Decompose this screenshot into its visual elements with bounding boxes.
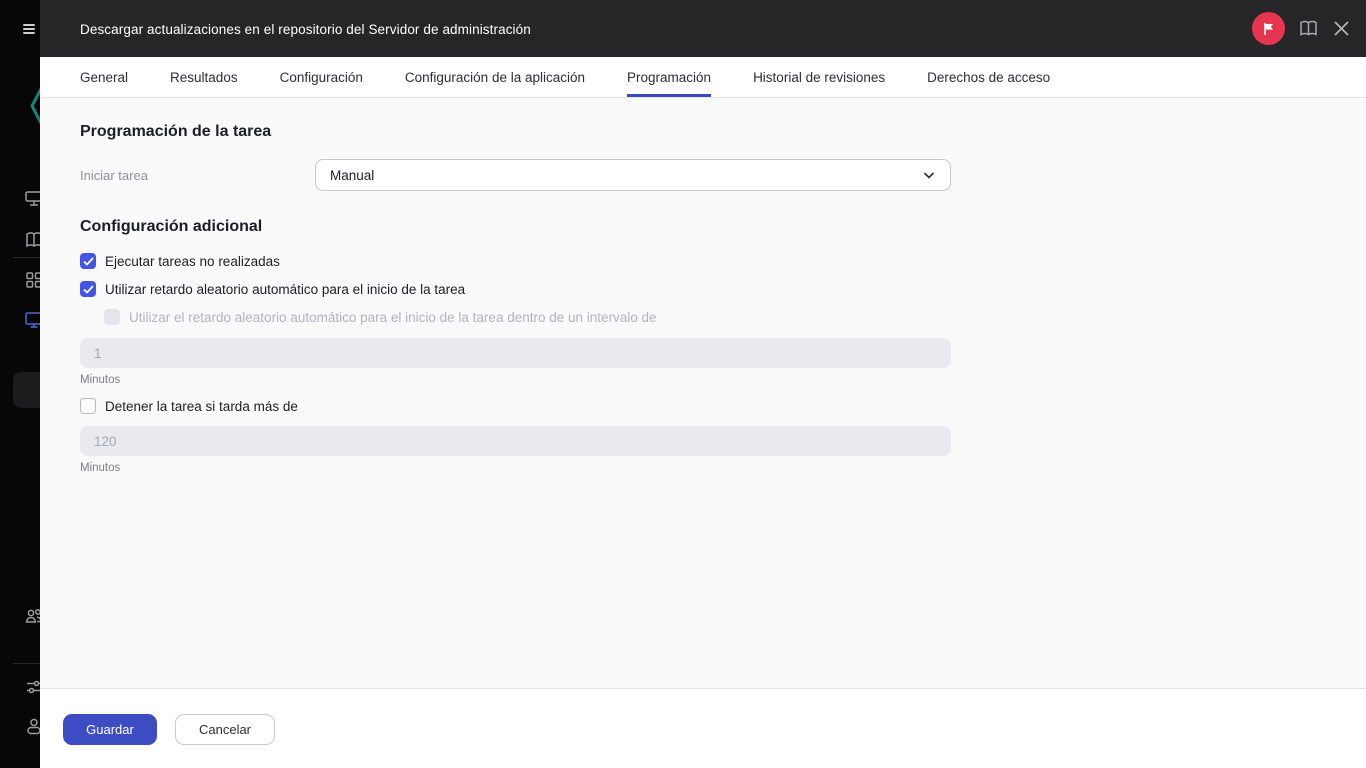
sliders-icon[interactable] <box>24 677 40 697</box>
chevron-down-icon <box>922 168 936 182</box>
tab-general[interactable]: General <box>80 57 128 97</box>
cancel-button[interactable]: Cancelar <box>175 714 275 745</box>
tab-historial-revisiones[interactable]: Historial de revisiones <box>753 57 885 97</box>
checkbox-unchecked <box>80 398 96 414</box>
checkmark-icon <box>80 281 96 297</box>
checkmark-icon <box>80 253 96 269</box>
start-task-label: Iniciar tarea <box>80 168 148 183</box>
sidebar-divider <box>13 663 40 664</box>
sidebar-active-item[interactable] <box>13 372 40 408</box>
kaspersky-hexagon-logo[interactable] <box>28 85 40 127</box>
checkbox-label: Detener la tarea si tarda más de <box>105 399 298 414</box>
tab-content-programacion: Programación de la tarea Iniciar tarea M… <box>40 99 1366 688</box>
save-button[interactable]: Guardar <box>63 714 157 745</box>
flag-feedback-icon[interactable] <box>1252 12 1285 45</box>
stop-unit-label: Minutos <box>80 462 120 474</box>
checkbox-stop-task[interactable]: Detener la tarea si tarda más de <box>80 398 298 414</box>
app-sidebar <box>0 0 40 768</box>
checkbox-random-delay[interactable]: Utilizar retardo aleatorio automático pa… <box>80 281 465 297</box>
hamburger-menu-icon[interactable] <box>23 24 35 35</box>
tab-configuracion-aplicacion[interactable]: Configuración de la aplicación <box>405 57 585 97</box>
interval-unit-label: Minutos <box>80 374 120 386</box>
devices-monitor-icon[interactable] <box>24 310 40 330</box>
tab-programacion[interactable]: Programación <box>627 57 711 97</box>
dialog-header: Descargar actualizaciones en el reposito… <box>40 0 1366 57</box>
dialog-panel: General Resultados Configuración Configu… <box>40 57 1366 768</box>
tab-configuracion[interactable]: Configuración <box>280 57 363 97</box>
checkbox-label: Utilizar retardo aleatorio automático pa… <box>105 282 465 297</box>
app-root: Descargar actualizaciones en el reposito… <box>0 0 1366 768</box>
start-task-selected-value: Manual <box>330 168 374 183</box>
tab-bar: General Resultados Configuración Configu… <box>40 57 1366 98</box>
dialog-footer: Guardar Cancelar <box>40 688 1366 768</box>
dialog-title: Descargar actualizaciones en el reposito… <box>80 22 531 37</box>
section-title-additional: Configuración adicional <box>80 218 262 236</box>
book-icon[interactable] <box>24 230 40 250</box>
tab-resultados[interactable]: Resultados <box>170 57 238 97</box>
section-title-schedule: Programación de la tarea <box>80 123 271 141</box>
checkbox-label: Ejecutar tareas no realizadas <box>105 254 280 269</box>
user-icon[interactable] <box>24 716 40 736</box>
apps-grid-icon[interactable] <box>24 270 40 290</box>
help-book-icon[interactable] <box>1299 20 1318 37</box>
checkbox-random-delay-interval: Utilizar el retardo aleatorio automático… <box>104 309 657 325</box>
tab-derechos-acceso[interactable]: Derechos de acceso <box>927 57 1050 97</box>
users-icon[interactable] <box>24 606 40 626</box>
server-icon[interactable] <box>24 188 40 208</box>
close-icon[interactable] <box>1333 20 1350 37</box>
interval-minutes-input <box>80 338 951 368</box>
checkbox-label: Utilizar el retardo aleatorio automático… <box>129 310 657 325</box>
checkbox-disabled <box>104 309 120 325</box>
checkbox-run-missed-tasks[interactable]: Ejecutar tareas no realizadas <box>80 253 280 269</box>
start-task-select[interactable]: Manual <box>315 159 951 191</box>
sidebar-divider <box>13 257 40 258</box>
stop-after-minutes-input <box>80 426 951 456</box>
